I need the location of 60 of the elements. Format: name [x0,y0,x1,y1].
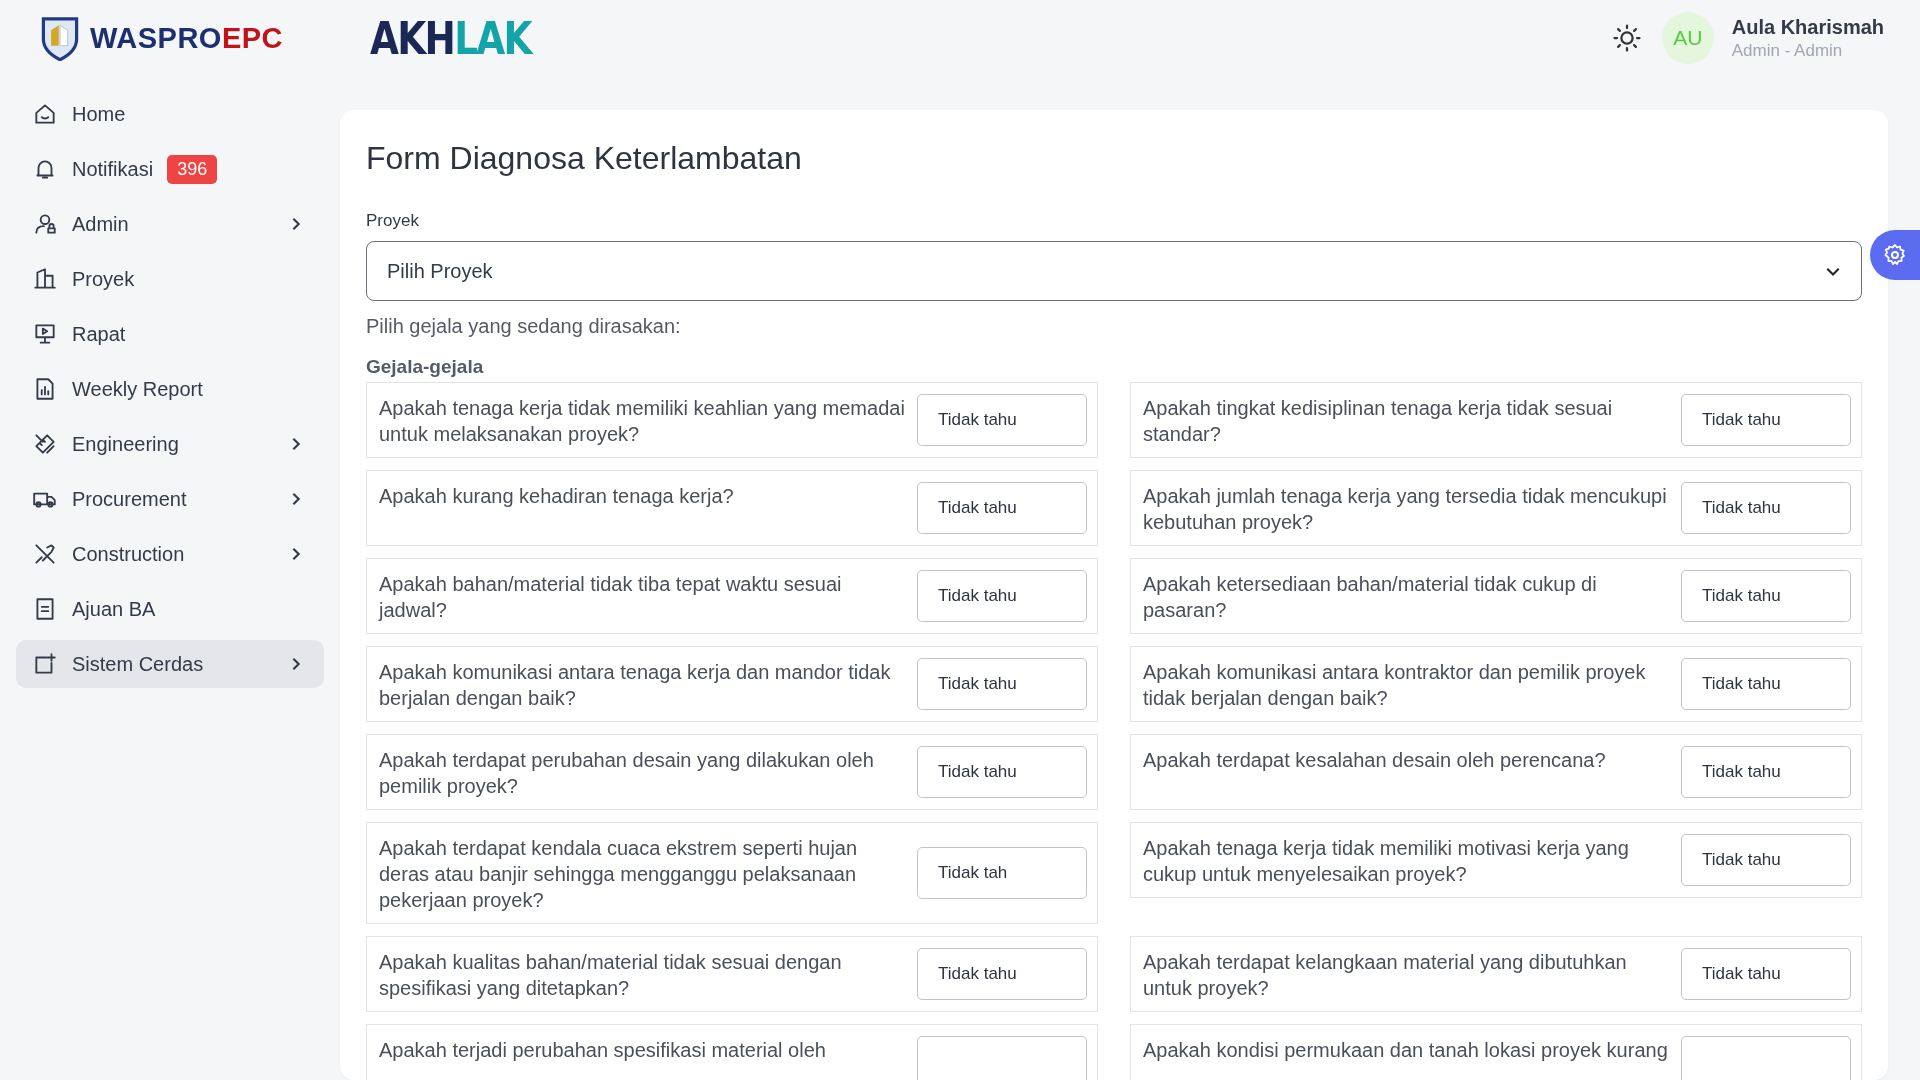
menu-item-icon [32,651,58,677]
field-label: Proyek [366,211,420,231]
menu-item-icon [32,321,58,347]
question-text: Apakah kualitas bahan/material tidak sesuai dengan spesifikasi yang ditetapkan? [379,950,843,1001]
question-text: Apakah terdapat perubahan desain yang dilakukan oleh pemilik proyek? [379,748,875,799]
answer-select[interactable]: Tidak tahu [1681,746,1851,798]
answer-select[interactable]: Tidak tahu [1681,482,1851,534]
settings-icon [1883,243,1907,267]
answer-select[interactable]: Tidak tahu [1681,658,1851,710]
question-text: Apakah tenaga kerja tidak memiliki keahlian yang memadai untuk melaksanakan proyek? [379,396,906,447]
menu-item-icon [32,266,58,292]
question-text: Apakah ketersediaan bahan/material tidak cukup di pasaran? [1143,572,1598,623]
question-text: Apakah tenaga kerja tidak memiliki motivasi kerja yang cukup untuk menyelesaikan proyek? [1143,836,1630,887]
sidebar-item[interactable]: Construction [16,530,324,578]
answer-select[interactable]: Tidak tahu [917,482,1087,534]
question-text: Apakah bahan/material tidak tiba tepat waktu sesuai jadwal? [379,572,843,623]
user-role: Admin - Admin [1731,40,1844,61]
question-text: Apakah komunikasi antara tenaga kerja dan mandor tidak berjalan dengan baik? [379,660,892,711]
answer-select[interactable]: Tidak tahu [1681,570,1851,622]
logo-text: WASPROEPC [90,21,284,55]
form-title: Form Diagnosa Keterlambatan [366,140,803,177]
sidebar-item[interactable]: Proyek [16,255,324,303]
sun-icon[interactable] [1611,23,1642,53]
sidebar-item[interactable]: Weekly Report [16,365,324,413]
answer-select[interactable]: Tidak tahu [917,658,1087,710]
menu-item-icon [32,541,58,567]
answer-select[interactable]: Tidak tahu [917,394,1087,446]
answer-select[interactable]: Tidak tahu [917,948,1087,1000]
sidebar-item[interactable]: Engineering [16,420,324,468]
sidebar-item[interactable]: Notifikasi 396 [16,145,324,193]
section-heading: Gejala-gejala [366,356,485,378]
question-text: Apakah komunikasi antara kontraktor dan pemilik proyek tidak berjalan dengan baik? [1143,660,1647,711]
settings-button[interactable] [1870,230,1920,280]
question-text: Apakah jumlah tenaga kerja yang tersedia tidak mencukupi kebutuhan proyek? [1143,484,1668,535]
answer-select[interactable]: Tidak tahu [1681,948,1851,1000]
answer-select[interactable]: Tidak tahu [1681,394,1851,446]
brand-logo: AKHLAK [370,12,531,64]
shield-logo-icon [40,15,80,61]
sidebar-item[interactable]: Rapat [16,310,324,358]
answer-select[interactable]: Tidak tahu [917,570,1087,622]
answer-select[interactable]: Tidak tahu [1681,834,1851,886]
menu-item-icon [32,211,58,237]
question-text: Apakah kondisi permukaan dan tanah lokasi proyek kurang [1143,1038,1668,1063]
instruction-text: Pilih gejala yang sedang dirasakan: [366,315,682,338]
question-text: Apakah kurang kehadiran tenaga kerja? [379,484,734,509]
question-text: Apakah terdapat kelangkaan material yang dibutuhkan untuk proyek? [1143,950,1628,1001]
question-text: Apakah terdapat kesalahan desain oleh perencana? [1143,748,1606,773]
project-select[interactable]: Pilih Proyek [366,241,1862,301]
sidebar-item[interactable]: Home [16,90,324,138]
question-text: Apakah terdapat kendala cuaca ekstrem seperti hujan deras atau banjir sehingga mengganggu pelaksanaan pekerjaan proyek? [379,836,859,913]
sidebar-item[interactable]: Sistem Cerdas [16,640,324,688]
question-text: Apakah tingkat kedisiplinan tenaga kerja tidak sesuai standar? [1143,396,1614,447]
sidebar-item[interactable]: Ajuan BA [16,585,324,633]
notification-count: 396 [167,154,218,184]
user-name: Aula Kharismah [1731,15,1884,39]
sidebar-item[interactable]: Admin [16,200,324,248]
answer-select[interactable]: Tidak tahu [917,746,1087,798]
sidebar-item[interactable]: Procurement [16,475,324,523]
answer-select[interactable]: Tidak tah [917,847,1087,899]
question-text: Apakah terjadi perubahan spesifikasi material oleh [379,1038,826,1063]
